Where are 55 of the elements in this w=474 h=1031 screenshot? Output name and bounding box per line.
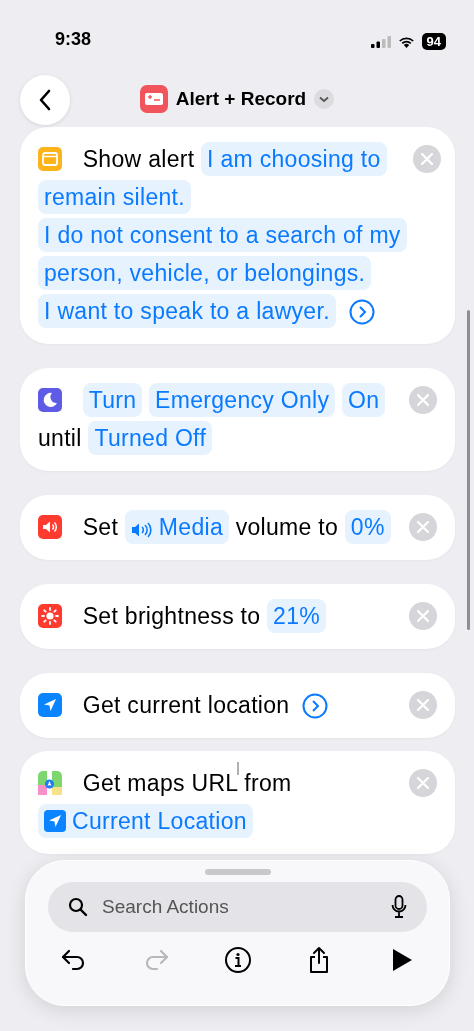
window-icon — [38, 147, 62, 171]
parameter-token[interactable]: 21% — [267, 599, 327, 633]
action-label: until — [38, 425, 82, 451]
action-card[interactable]: Set brightness to 21% — [20, 584, 455, 649]
action-card[interactable]: Set Media volume to 0% — [20, 495, 455, 560]
info-button[interactable] — [223, 946, 252, 974]
moon-icon — [38, 388, 62, 412]
action-label: Get current location — [82, 692, 290, 718]
shortcut-title[interactable]: Alert + Record — [175, 87, 307, 110]
speaker-icon — [130, 522, 153, 538]
action-label: Get maps URL from — [82, 770, 292, 796]
parameter-token[interactable]: I am choosing to — [201, 142, 387, 176]
action-label: Set brightness to — [82, 603, 261, 629]
chevron-down-icon[interactable] — [314, 88, 335, 109]
action-label: Set — [82, 514, 119, 540]
action-card[interactable]: Show alert I am choosing to remain silent. I do not consent to a search of my person, vehicle, or belongings. I want to speak to a lawyer. — [20, 127, 455, 344]
action-label: volume to — [235, 514, 339, 540]
microphone-icon[interactable] — [391, 895, 407, 919]
expand-icon[interactable] — [348, 299, 375, 325]
wifi-icon — [397, 35, 415, 48]
search-icon — [68, 897, 88, 917]
parameter-token[interactable]: I want to speak to a lawyer. — [38, 294, 336, 328]
parameter-token[interactable]: Current Location — [38, 804, 253, 838]
close-icon — [420, 153, 433, 165]
close-icon — [417, 521, 429, 533]
close-icon — [417, 394, 429, 406]
status-time: 9:38 — [55, 29, 92, 50]
parameter-token[interactable]: I do not consent to a search of my — [38, 218, 407, 252]
parameter-token[interactable]: Emergency Only — [149, 383, 336, 417]
action-card[interactable]: Turn Emergency Only On until Turned Off — [20, 368, 455, 471]
close-icon — [417, 610, 429, 622]
close-icon — [417, 777, 429, 789]
search-bar[interactable]: Search Actions — [48, 882, 427, 932]
parameter-token[interactable]: Media — [124, 510, 229, 544]
info-icon — [223, 946, 252, 974]
parameter-token[interactable]: remain silent. — [38, 180, 191, 214]
parameter-token[interactable]: Turned Off — [88, 421, 213, 455]
map-icon — [38, 771, 62, 795]
action-card[interactable]: Get current location — [20, 673, 455, 738]
sun-icon — [38, 604, 62, 628]
close-icon — [417, 699, 429, 711]
expand-icon[interactable] — [302, 693, 329, 719]
parameter-token[interactable]: person, vehicle, or belongings. — [38, 256, 372, 290]
search-field[interactable]: Search Actions — [100, 895, 379, 919]
parameter-token[interactable]: Turn — [82, 383, 143, 417]
parameter-token[interactable]: 0% — [344, 510, 391, 544]
shortcut-icon — [139, 84, 168, 113]
action-card[interactable]: Get maps URL from Current Location — [20, 751, 455, 854]
parameter-token[interactable]: On — [341, 383, 386, 417]
chevron-left-icon — [38, 89, 52, 111]
action-label: Show alert — [82, 146, 195, 172]
speaker-icon — [38, 515, 62, 539]
battery-level: 94 — [421, 33, 446, 50]
signal-icon — [370, 35, 391, 48]
back-button[interactable] — [20, 75, 70, 125]
